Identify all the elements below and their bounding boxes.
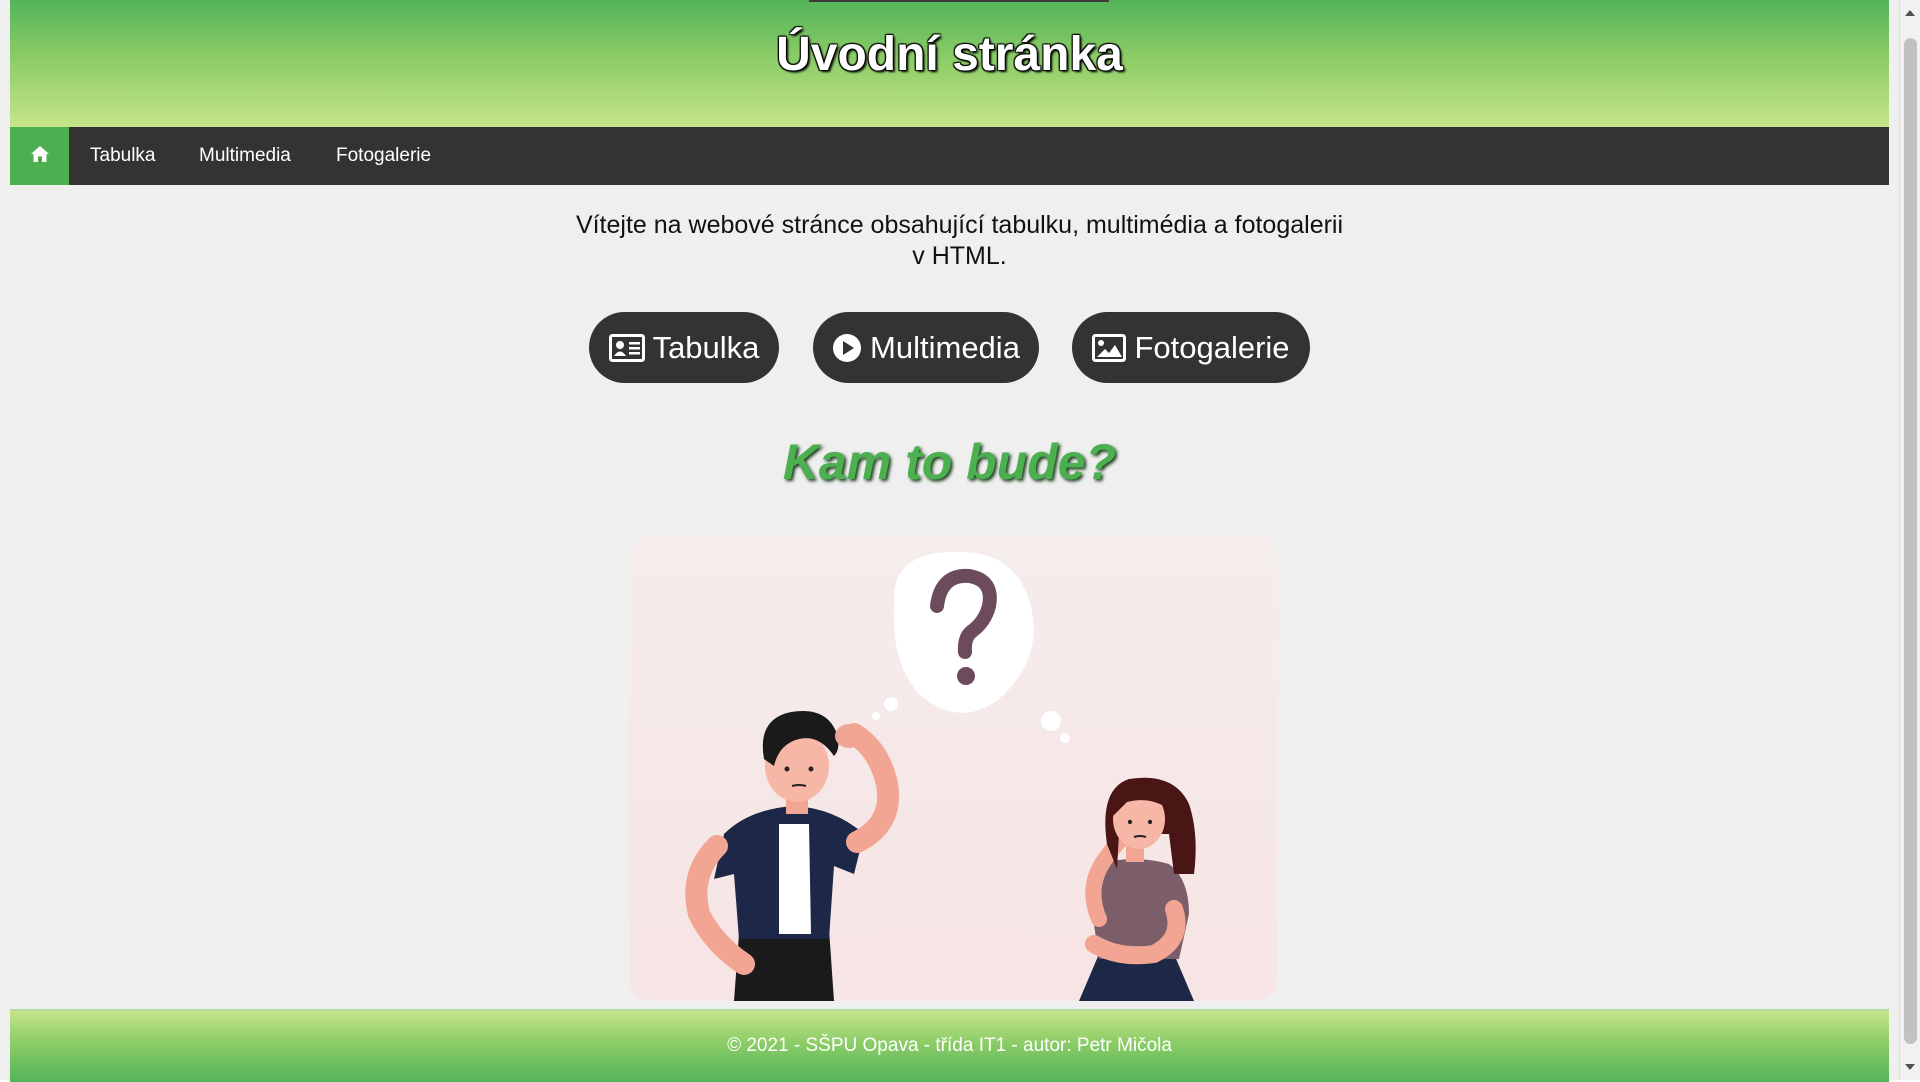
id-card-icon: [608, 333, 645, 362]
multimedia-button-label: Multimedia: [870, 329, 1020, 365]
top-navbar: Tabulka Multimedia Fotogalerie: [10, 127, 1889, 185]
nav-item-multimedia[interactable]: Multimedia: [199, 127, 291, 185]
nav-item-fotogalerie[interactable]: Fotogalerie: [336, 127, 431, 185]
confused-people-illustration: [629, 534, 1277, 1001]
home-icon: [30, 145, 50, 168]
header-top-line: [809, 0, 1109, 2]
fotogalerie-button[interactable]: Fotogalerie: [1072, 312, 1310, 383]
site-footer: © 2021 - SŠPU Opava - třída IT1 - autor:…: [10, 1009, 1889, 1082]
site-header: Úvodní stránka: [10, 0, 1889, 127]
scrollbar-thumb[interactable]: [1904, 38, 1917, 1044]
fotogalerie-button-label: Fotogalerie: [1134, 329, 1290, 365]
tabulka-button[interactable]: Tabulka: [589, 312, 779, 383]
footer-copyright: © 2021 - SŠPU Opava - třída IT1 - autor:…: [727, 1035, 1172, 1056]
scroll-down-icon[interactable]: [1905, 1064, 1915, 1070]
question-heading: Kam to bude?: [782, 434, 1117, 490]
multimedia-button[interactable]: Multimedia: [813, 312, 1039, 383]
image-icon: [1092, 333, 1127, 362]
vertical-scrollbar[interactable]: [1899, 0, 1920, 1080]
scroll-up-icon[interactable]: [1905, 10, 1915, 16]
browser-viewport: Úvodní stránka Tabulka Multimedia Fotoga…: [0, 0, 1920, 1082]
nav-home-button[interactable]: [10, 127, 69, 185]
page-title: Úvodní stránka: [776, 28, 1123, 81]
tabulka-button-label: Tabulka: [652, 329, 760, 365]
page: Úvodní stránka Tabulka Multimedia Fotoga…: [10, 0, 1889, 1082]
nav-item-tabulka[interactable]: Tabulka: [90, 127, 156, 185]
intro-text: Vítejte na webové stránce obsahující tab…: [575, 211, 1344, 270]
play-circle-icon: [832, 333, 862, 363]
